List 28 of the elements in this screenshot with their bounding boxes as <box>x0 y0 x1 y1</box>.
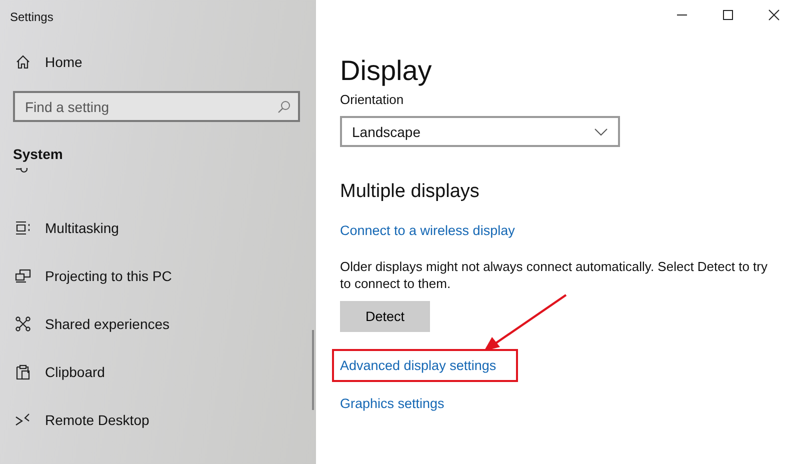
chevron-down-icon <box>594 128 608 136</box>
description-text: Older displays might not always connect automatically. Select Detect to try to connect to them. <box>340 258 769 292</box>
search-field[interactable]: Find a setting <box>13 91 300 122</box>
link[interactable]: Graphics settings <box>340 394 444 413</box>
home-nav-item[interactable]: Home <box>15 52 82 72</box>
nav-item[interactable]: Multitasking <box>0 204 119 252</box>
nav-item[interactable]: Clipboard <box>0 348 105 396</box>
remote-desktop-icon <box>15 412 31 428</box>
projector-icon <box>15 268 31 284</box>
section-heading: System <box>13 146 64 162</box>
shared-icon <box>15 316 31 332</box>
close-icon[interactable] <box>768 9 780 21</box>
detect-button[interactable]: Detect <box>340 301 430 332</box>
link[interactable]: Connect to a wireless display <box>340 221 515 240</box>
nav-item[interactable]: Projecting to this PC <box>0 252 172 300</box>
home-icon <box>15 54 31 70</box>
page-title: Display <box>340 54 432 88</box>
section-heading: Multiple displays <box>340 181 480 203</box>
link[interactable]: Advanced display settings <box>334 351 516 380</box>
clipboard-icon <box>15 364 31 380</box>
window-title: Settings <box>9 9 54 26</box>
search-icon <box>277 100 291 114</box>
nav-item[interactable]: Remote Desktop <box>0 396 150 444</box>
field-label: Orientation <box>340 92 404 107</box>
maximize-icon[interactable] <box>722 9 734 21</box>
nav-item[interactable]: Shared experiences <box>0 300 170 348</box>
orientation-dropdown[interactable]: Landscape <box>340 116 620 147</box>
multitasking-icon <box>15 220 31 236</box>
